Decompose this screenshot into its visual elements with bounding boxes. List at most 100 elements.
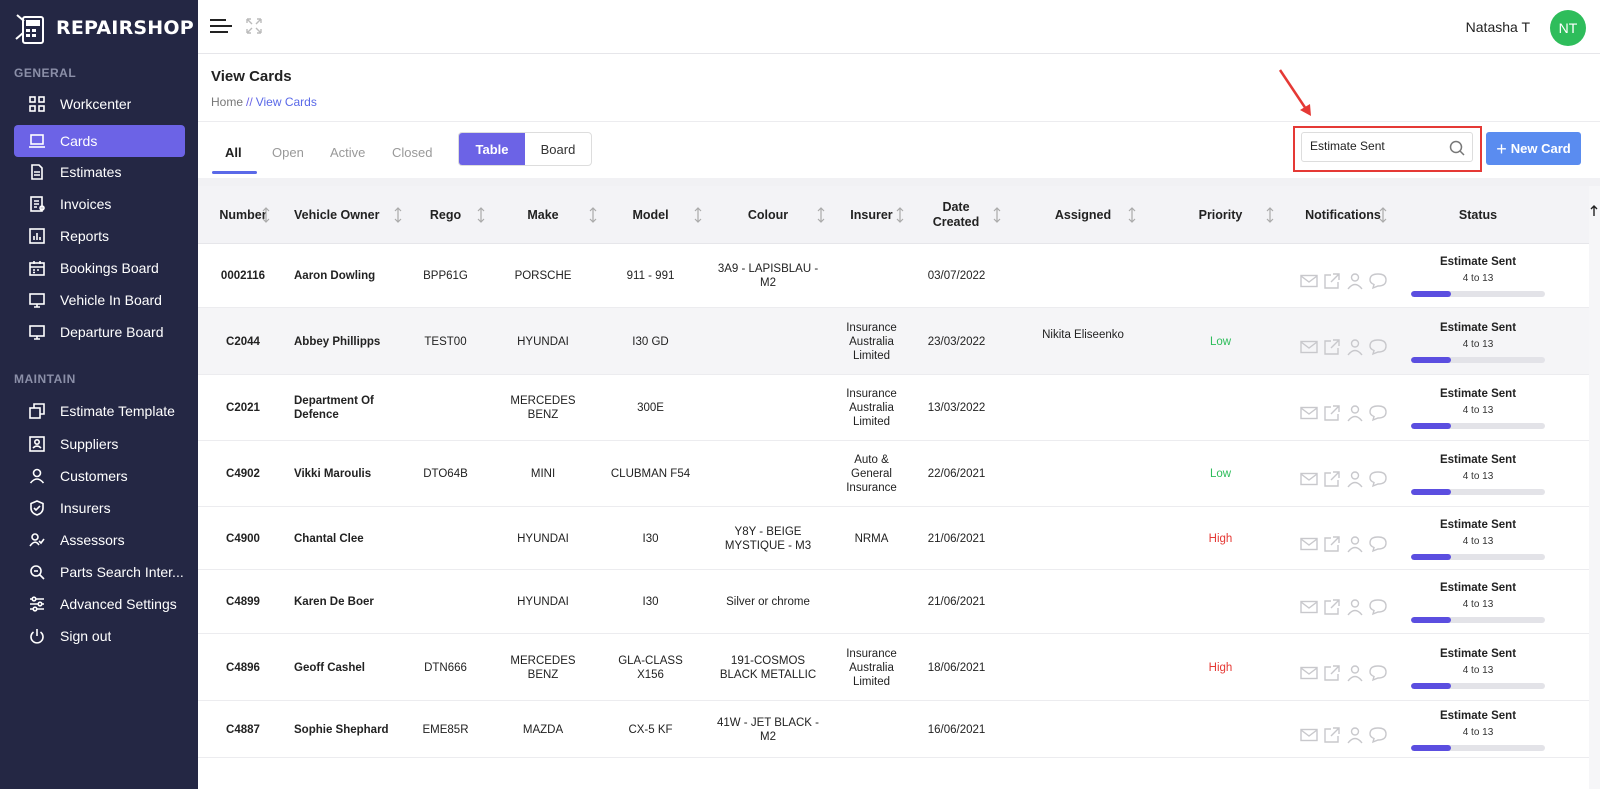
user-name[interactable]: Natasha T: [1466, 19, 1530, 35]
external-link-icon[interactable]: [1323, 726, 1341, 744]
user-icon[interactable]: [1346, 272, 1364, 290]
sort-icon[interactable]: [895, 207, 905, 223]
cell-number: C4902: [226, 468, 260, 480]
status-range: 4 to 13: [1462, 664, 1494, 676]
external-link-icon[interactable]: [1323, 404, 1341, 422]
tab-active[interactable]: Active: [330, 145, 365, 160]
new-card-button[interactable]: + New Card: [1486, 132, 1581, 165]
sidebar-item-suppliers[interactable]: Suppliers: [14, 428, 185, 460]
menu-toggle-icon[interactable]: [210, 18, 232, 34]
user-icon[interactable]: [1346, 404, 1364, 422]
column-header-assigned[interactable]: Assigned: [1003, 186, 1163, 244]
tab-all[interactable]: All: [225, 145, 242, 160]
chat-bubble-icon[interactable]: [1368, 272, 1387, 290]
sort-icon[interactable]: [476, 207, 486, 223]
email-icon[interactable]: [1299, 664, 1318, 682]
cell-insurer: Insurance Australia Limited: [846, 388, 897, 428]
sidebar-item-departure-board[interactable]: Departure Board: [14, 316, 185, 348]
cell-number: C4900: [226, 532, 260, 545]
email-icon[interactable]: [1299, 535, 1318, 553]
chat-bubble-icon[interactable]: [1368, 404, 1387, 422]
board-view-button[interactable]: Board: [525, 133, 591, 165]
table-row[interactable]: C4902 Vikki Maroulis DTO64B MINI CLUBMAN F54…: [198, 441, 1600, 507]
table-row[interactable]: 0002116 Aaron Dowling BPP61G PORSCHE 911 - 9…: [198, 244, 1600, 308]
column-header-make[interactable]: Make: [488, 186, 598, 244]
table-row[interactable]: C4887 Sophie Shephard EME85R MAZDA CX-5 KF 41…: [198, 701, 1600, 758]
sidebar-item-customers[interactable]: Customers: [14, 460, 185, 492]
external-link-icon[interactable]: [1323, 535, 1341, 553]
cell-assigned: [1003, 244, 1163, 308]
column-header-status[interactable]: Status: [1408, 186, 1548, 244]
fullscreen-icon[interactable]: [246, 18, 262, 34]
app-logo[interactable]: REPAIRSHOP: [14, 10, 194, 46]
email-icon[interactable]: [1299, 726, 1318, 744]
avatar[interactable]: NT: [1550, 10, 1586, 46]
external-link-icon[interactable]: [1323, 664, 1341, 682]
sort-icon[interactable]: [992, 207, 1002, 223]
sidebar-item-parts-search[interactable]: Parts Search Inter...: [14, 556, 185, 588]
chat-bubble-icon[interactable]: [1368, 470, 1387, 488]
sidebar-item-sign-out[interactable]: Sign out: [14, 620, 185, 652]
tab-open[interactable]: Open: [272, 145, 304, 160]
scroll-up-arrow-icon[interactable]: [1590, 205, 1598, 217]
user-icon[interactable]: [1346, 535, 1364, 553]
sidebar-item-reports[interactable]: Reports: [14, 220, 185, 252]
email-icon[interactable]: [1299, 338, 1318, 356]
chat-bubble-icon[interactable]: [1368, 664, 1387, 682]
sidebar-item-workcenter[interactable]: Workcenter: [14, 88, 185, 120]
column-header-priority[interactable]: Priority: [1163, 186, 1278, 244]
column-header-owner[interactable]: Vehicle Owner: [288, 186, 403, 244]
sort-icon[interactable]: [693, 207, 703, 223]
sidebar-item-vehicle-in-board[interactable]: Vehicle In Board: [14, 284, 185, 316]
user-icon[interactable]: [1346, 470, 1364, 488]
sidebar-item-bookings-board[interactable]: Bookings Board: [14, 252, 185, 284]
email-icon[interactable]: [1299, 598, 1318, 616]
sidebar-item-cards[interactable]: Cards: [14, 125, 185, 157]
table-row[interactable]: C4899 Karen De Boer HYUNDAI I30 Silver or ch…: [198, 570, 1600, 634]
status-indicator: Estimate Sent 4 to 13: [1411, 581, 1545, 623]
status-progress-bar: [1411, 744, 1545, 751]
chat-bubble-icon[interactable]: [1368, 338, 1387, 356]
user-icon[interactable]: [1346, 664, 1364, 682]
sort-icon[interactable]: [261, 207, 271, 223]
email-icon[interactable]: [1299, 272, 1318, 290]
table-row[interactable]: C4896 Geoff Cashel DTN666 MERCEDES BENZ GLA-…: [198, 634, 1600, 701]
external-link-icon[interactable]: [1323, 272, 1341, 290]
sidebar-item-estimate-template[interactable]: Estimate Template: [14, 395, 185, 427]
user-icon[interactable]: [1346, 338, 1364, 356]
sort-icon[interactable]: [1127, 207, 1137, 223]
sort-icon[interactable]: [1265, 207, 1275, 223]
sort-icon[interactable]: [1378, 207, 1388, 223]
table-row[interactable]: C2044 Abbey Phillipps TEST00 HYUNDAI I30 GD I…: [198, 308, 1600, 375]
sort-icon[interactable]: [816, 207, 826, 223]
table-row[interactable]: C4900 Chantal Clee HYUNDAI I30 Y8Y - BEIGE M…: [198, 507, 1600, 570]
sidebar-item-assessors[interactable]: Assessors: [14, 524, 185, 556]
sort-icon[interactable]: [588, 207, 598, 223]
chat-bubble-icon[interactable]: [1368, 726, 1387, 744]
column-header-model[interactable]: Model: [598, 186, 703, 244]
external-link-icon[interactable]: [1323, 598, 1341, 616]
sidebar-item-advanced-settings[interactable]: Advanced Settings: [14, 588, 185, 620]
sidebar-item-invoices[interactable]: Invoices: [14, 188, 185, 220]
chat-bubble-icon[interactable]: [1368, 598, 1387, 616]
table-row[interactable]: C2021 Department Of Defence MERCEDES BENZ 3…: [198, 375, 1600, 441]
breadcrumb-home[interactable]: Home: [211, 95, 243, 109]
table-view-button[interactable]: Table: [459, 133, 525, 165]
chat-bubble-icon[interactable]: [1368, 535, 1387, 553]
sidebar-item-estimates[interactable]: Estimates: [14, 156, 185, 188]
tab-closed[interactable]: Closed: [392, 145, 432, 160]
user-icon[interactable]: [1346, 726, 1364, 744]
email-icon[interactable]: [1299, 404, 1318, 422]
breadcrumb-current[interactable]: View Cards: [256, 95, 317, 109]
table-scrollbar[interactable]: [1589, 186, 1600, 789]
external-link-icon[interactable]: [1323, 338, 1341, 356]
email-icon[interactable]: [1299, 470, 1318, 488]
sort-icon[interactable]: [393, 207, 403, 223]
sidebar-item-insurers[interactable]: Insurers: [14, 492, 185, 524]
column-header-notifications[interactable]: Notifications: [1278, 186, 1408, 244]
user-icon[interactable]: [1346, 598, 1364, 616]
column-header-colour[interactable]: Colour: [703, 186, 833, 244]
column-header-date[interactable]: Date Created: [926, 186, 986, 244]
external-link-icon[interactable]: [1323, 470, 1341, 488]
column-header-number[interactable]: Number: [198, 186, 288, 244]
